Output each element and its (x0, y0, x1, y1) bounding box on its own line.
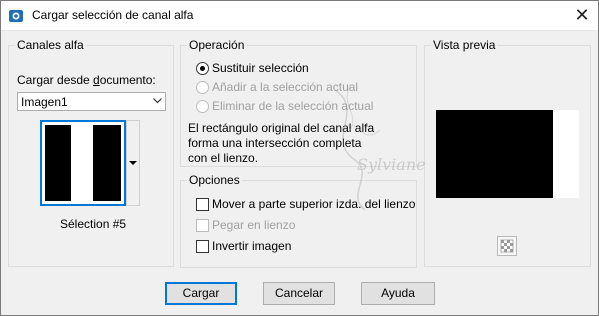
app-icon (9, 10, 23, 22)
radio-add-selection[interactable] (196, 81, 209, 94)
dropdown-arrow-icon (129, 161, 137, 165)
checkbox-paste-canvas-label[interactable]: Pegar en lienzo (212, 218, 295, 232)
radio-remove-selection[interactable] (196, 100, 209, 113)
options-group-title: Opciones (187, 173, 242, 187)
checkbox-paste-canvas[interactable] (196, 219, 209, 232)
alpha-channels-group-title: Canales alfa (15, 38, 86, 52)
checkbox-move-top-left[interactable] (196, 198, 209, 211)
chevron-down-icon (153, 98, 162, 104)
close-button[interactable]: ✕ (565, 0, 599, 31)
operation-description: El rectángulo original del canal alfa fo… (188, 121, 375, 165)
cancel-button[interactable]: Cancelar (263, 282, 335, 305)
operation-group-title: Operación (187, 38, 247, 52)
load-from-document-label: Cargar desde documento: (17, 73, 156, 87)
document-select-value: Imagen1 (21, 95, 68, 109)
help-button[interactable]: Ayuda (361, 282, 435, 305)
load-button[interactable]: Cargar (165, 282, 237, 305)
preview-background-button[interactable] (497, 236, 517, 256)
radio-remove-selection-label[interactable]: Eliminar de la selección actual (212, 99, 373, 113)
channel-dropdown-button[interactable] (126, 120, 140, 206)
channel-thumbnail[interactable] (40, 120, 126, 206)
checkerboard-icon (500, 239, 514, 253)
title-bar: Cargar selección de canal alfa ✕ (0, 0, 599, 31)
checkbox-invert-image-label[interactable]: Invertir imagen (212, 239, 291, 253)
radio-add-selection-label[interactable]: Añadir a la selección actual (212, 80, 358, 94)
radio-replace-selection[interactable] (196, 62, 209, 75)
selection-name-label: Sélection #5 (60, 217, 127, 231)
radio-replace-selection-label[interactable]: Sustituir selección (212, 61, 309, 75)
checkbox-move-top-left-label[interactable]: Mover a parte superior izda. del lienzo (212, 197, 415, 211)
close-icon: ✕ (574, 5, 590, 25)
document-select[interactable]: Imagen1 (17, 92, 166, 111)
window-title: Cargar selección de canal alfa (32, 8, 194, 22)
checkbox-invert-image[interactable] (196, 240, 209, 253)
channel-thumbnail-image (45, 125, 121, 201)
preview-group-title: Vista previa (431, 38, 498, 52)
preview-image (436, 110, 579, 198)
